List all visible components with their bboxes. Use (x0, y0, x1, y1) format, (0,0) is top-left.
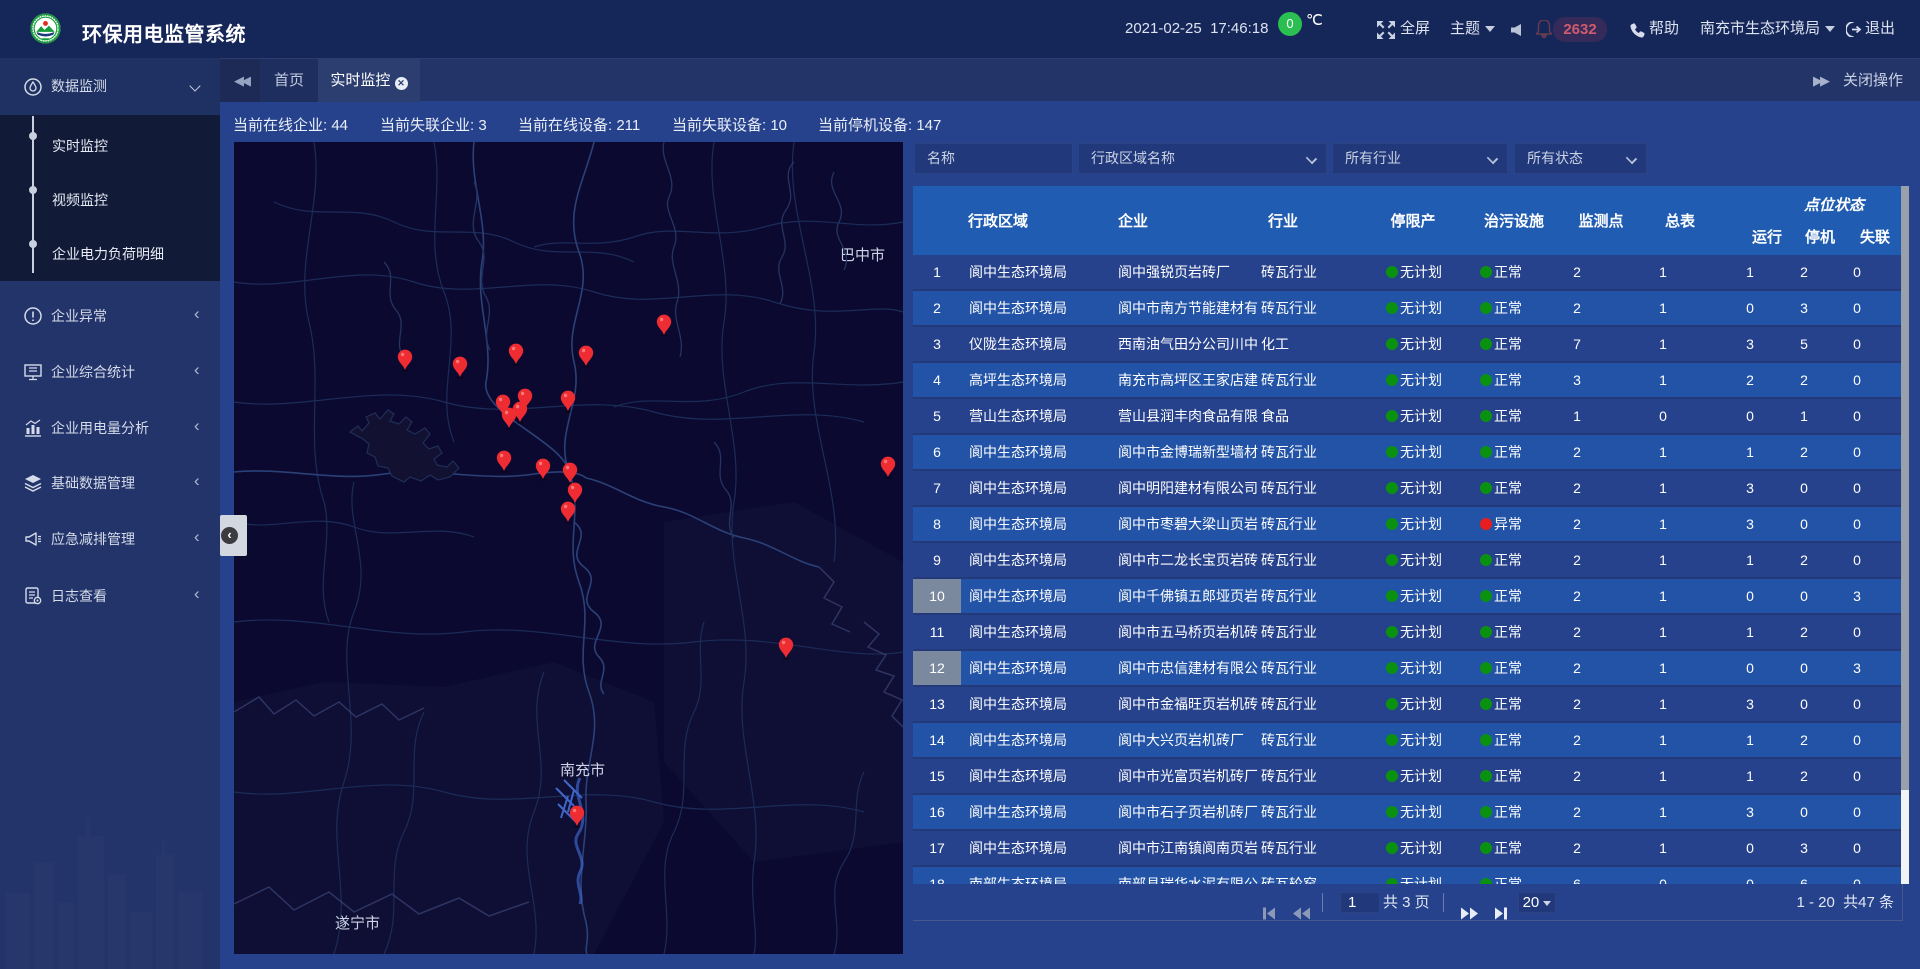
svg-text:南充市: 南充市 (560, 762, 605, 779)
svg-text:遂宁市: 遂宁市 (335, 915, 380, 932)
